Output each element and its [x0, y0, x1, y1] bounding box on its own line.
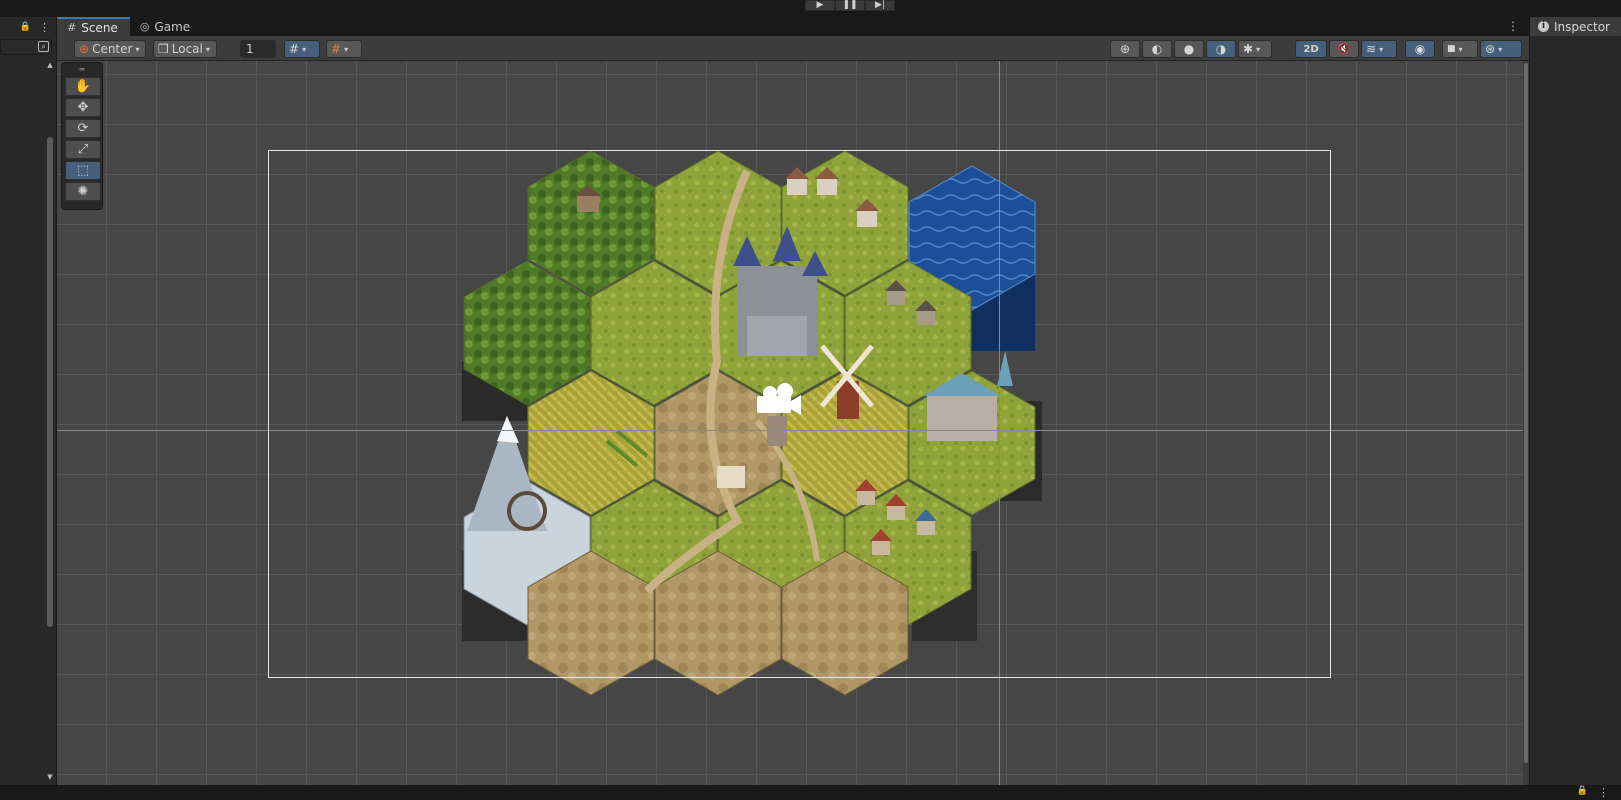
- transform-tool-button[interactable]: ✺: [65, 182, 101, 201]
- effects-dropdown[interactable]: ≋ ▾: [1361, 40, 1397, 58]
- move-tool-button[interactable]: ✥: [65, 98, 101, 117]
- snap-increment-value: 1: [246, 42, 254, 56]
- shaded-wireframe-icon: ◐: [1151, 42, 1163, 56]
- tab-label: Game: [154, 19, 191, 34]
- chevron-down-icon: ▾: [344, 44, 349, 54]
- grid-snapping-toggle[interactable]: # ▾: [326, 40, 362, 58]
- debug-draw-dropdown[interactable]: ✱ ▾: [1238, 40, 1272, 58]
- shaded-icon: ●: [1183, 42, 1195, 56]
- pivot-mode-label: Center: [92, 42, 133, 56]
- kebab-menu-icon[interactable]: ⋮: [1598, 786, 1609, 799]
- grid-visibility-toggle[interactable]: # ▾: [284, 40, 320, 58]
- chevron-down-icon: ▾: [302, 44, 307, 54]
- hand-icon: ✋: [74, 79, 92, 94]
- scroll-up-icon[interactable]: ▲: [46, 61, 54, 69]
- gizmos-icon: ⊛: [1485, 42, 1496, 56]
- hand-tool-button[interactable]: ✋: [65, 77, 101, 96]
- chevron-down-icon: ▾: [205, 44, 210, 54]
- hierarchy-scrollbar[interactable]: ▲ ▼: [46, 61, 54, 781]
- chevron-down-icon: ▾: [1458, 44, 1463, 54]
- effects-icon: ≋: [1366, 42, 1377, 56]
- grid-icon: #: [289, 42, 300, 56]
- chevron-down-icon: ▾: [1379, 44, 1384, 54]
- rect-icon: ⬚: [76, 163, 90, 178]
- transform-icon: ✺: [77, 184, 89, 199]
- scroll-down-icon[interactable]: ▼: [46, 773, 54, 781]
- shaded-mode-button[interactable]: ●: [1174, 40, 1204, 58]
- grip-handle[interactable]: ═: [65, 66, 99, 75]
- scene-toolbar: ⊕ Center ▾ ❒ Local ▾ 1 # ▾ # ▾ ⊕ ◐ ● ◑ ✱…: [57, 36, 1529, 61]
- eye-slash-icon: ◉: [1414, 42, 1426, 56]
- unlit-mode-button[interactable]: ◑: [1206, 40, 1236, 58]
- audio-toggle[interactable]: 🔇: [1329, 40, 1359, 58]
- scroll-thumb[interactable]: [47, 137, 53, 627]
- camera-bounds-frame: [268, 150, 1331, 678]
- tab-scene[interactable]: # Scene: [57, 17, 130, 36]
- gizmos-dropdown[interactable]: ⊛ ▾: [1480, 40, 1522, 58]
- inspector-panel: i Inspector: [1529, 17, 1621, 785]
- snap-increment-input[interactable]: 1: [240, 40, 276, 58]
- inspector-label: Inspector: [1554, 19, 1610, 34]
- play-controls: ▶ ❚❚ ▶|: [805, 0, 895, 11]
- rotate-icon: ⟳: [77, 121, 89, 136]
- tools-overlay: ═ ✋ ✥ ⟳ ⤢ ⬚ ✺: [61, 62, 103, 210]
- pivot-space-label: Local: [171, 42, 203, 56]
- pivot-mode-dropdown[interactable]: ⊕ Center ▾: [74, 40, 146, 58]
- play-button[interactable]: ▶: [805, 0, 835, 11]
- tab-label: Scene: [81, 20, 118, 35]
- camera-settings-dropdown[interactable]: ■ ▾: [1442, 40, 1478, 58]
- bug-icon: ✱: [1243, 42, 1254, 56]
- gamepad-icon: ◎: [139, 20, 150, 33]
- wireframe-mode-button[interactable]: ⊕: [1110, 40, 1140, 58]
- pivot-space-dropdown[interactable]: ❒ Local ▾: [153, 40, 217, 58]
- hierarchy-search-input[interactable]: ⌕: [0, 39, 52, 55]
- search-icon[interactable]: ⌕: [38, 41, 49, 52]
- lock-icon[interactable]: 🔒: [20, 22, 31, 32]
- tabs-menu-icon[interactable]: ⋮: [1507, 19, 1519, 33]
- move-icon: ✥: [77, 100, 89, 115]
- hierarchy-header: 🔒 ⋮: [0, 17, 56, 37]
- chevron-down-icon: ▾: [1498, 44, 1503, 54]
- scene-tab-bar: # Scene ◎ Game ⋮: [57, 17, 1529, 36]
- pause-button[interactable]: ❚❚: [835, 0, 865, 11]
- chevron-down-icon: ▾: [1256, 44, 1261, 54]
- 2d-mode-toggle[interactable]: 2D: [1295, 40, 1327, 58]
- shaded-wireframe-button[interactable]: ◐: [1142, 40, 1172, 58]
- chevron-down-icon: ▾: [135, 44, 140, 54]
- cube-icon: ❒: [158, 42, 169, 56]
- scene-window: # Scene ◎ Game ⋮ ⊕ Center ▾ ❒ Local ▾ 1 …: [57, 17, 1529, 785]
- tab-inspector[interactable]: i Inspector: [1530, 17, 1621, 36]
- rect-tool-button[interactable]: ⬚: [65, 161, 101, 180]
- bottom-panel-header: 🔒 ⋮: [0, 785, 1621, 800]
- camera-icon: ■: [1447, 44, 1456, 54]
- scale-tool-button[interactable]: ⤢: [65, 140, 101, 159]
- rotate-tool-button[interactable]: ⟳: [65, 119, 101, 138]
- 2d-mode-label: 2D: [1303, 43, 1319, 55]
- snap-icon: #: [331, 42, 342, 56]
- scale-icon: ⤢: [77, 142, 89, 157]
- scene-visibility-toggle[interactable]: ◉: [1405, 40, 1435, 58]
- lock-icon[interactable]: 🔒: [1577, 786, 1588, 799]
- unlit-icon: ◑: [1215, 42, 1227, 56]
- wireframe-icon: ⊕: [1119, 42, 1131, 56]
- play-toolbar: ▶ ❚❚ ▶|: [0, 0, 1621, 17]
- info-icon: i: [1538, 21, 1549, 32]
- step-button[interactable]: ▶|: [865, 0, 895, 11]
- tab-game[interactable]: ◎ Game: [130, 17, 202, 36]
- scene-viewport[interactable]: ═ ✋ ✥ ⟳ ⤢ ⬚ ✺: [57, 61, 1529, 785]
- pivot-icon: ⊕: [79, 42, 90, 56]
- mute-icon: 🔇: [1337, 43, 1351, 55]
- kebab-menu-icon[interactable]: ⋮: [39, 21, 50, 34]
- hierarchy-panel: 🔒 ⋮ ⌕ ▲ ▼: [0, 17, 57, 785]
- grid-icon: #: [67, 21, 77, 34]
